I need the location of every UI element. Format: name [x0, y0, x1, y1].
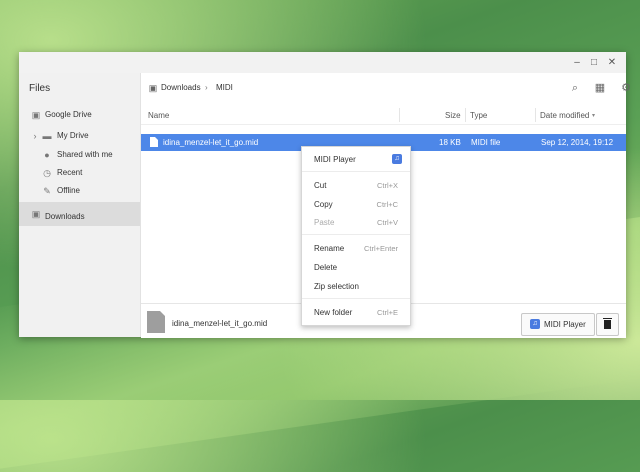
file-type: MIDI file [471, 138, 501, 147]
menu-shortcut: Ctrl+V [376, 218, 398, 227]
column-divider[interactable] [465, 108, 466, 122]
breadcrumb-midi[interactable]: MIDI [216, 83, 233, 92]
folder-icon: ▬ [42, 131, 52, 141]
sidebar-item-label: Shared with me [57, 150, 113, 159]
menu-item-copy[interactable]: Copy Ctrl+C [302, 195, 410, 213]
menu-item-label: Paste [314, 218, 335, 227]
sidebar-item-label: My Drive [57, 131, 89, 140]
midi-player-icon: ♫ [530, 319, 540, 329]
column-divider[interactable] [535, 108, 536, 122]
sidebar-item-google-drive[interactable]: ▣ Google Drive [19, 106, 140, 124]
open-button-label: MIDI Player [544, 320, 586, 329]
file-date: Sep 12, 2014, 19:12 [541, 138, 614, 147]
menu-item-paste: Paste Ctrl+V [302, 213, 410, 231]
breadcrumb-separator: › [205, 83, 208, 92]
selected-file-name: idina_menzel-let_it_go.mid [172, 319, 268, 328]
sidebar-item-label: Recent [57, 168, 83, 177]
pin-icon: ✎ [43, 186, 51, 196]
close-button[interactable]: ✕ [604, 55, 620, 70]
file-size: 18 KB [439, 138, 461, 147]
maximize-button[interactable]: □ [586, 55, 602, 70]
menu-item-label: MIDI Player [314, 155, 356, 164]
download-folder-icon: ▣ [31, 209, 41, 219]
menu-item-label: Cut [314, 181, 327, 190]
toolbar: ▣ Downloads › MIDI ⌕ ▦ ⚙ [141, 73, 631, 103]
menu-item-label: New folder [314, 308, 353, 317]
column-name[interactable]: Name [148, 111, 169, 120]
sidebar-item-recent[interactable]: ◷ Recent [19, 164, 140, 182]
menu-separator [302, 234, 410, 235]
minimize-button[interactable]: – [569, 55, 585, 70]
app-title: Files [29, 83, 51, 94]
menu-item-label: Delete [314, 263, 338, 272]
menu-shortcut: Ctrl+C [376, 200, 398, 209]
menu-item-label: Rename [314, 244, 345, 253]
people-icon: ● [44, 150, 50, 160]
sort-descending-icon: ▾ [592, 113, 596, 119]
sidebar-item-label: Downloads [45, 212, 85, 221]
menu-shortcut: Ctrl+Enter [364, 244, 398, 253]
search-icon[interactable]: ⌕ [568, 81, 582, 95]
menu-separator [302, 298, 410, 299]
sidebar-item-label: Offline [57, 186, 80, 195]
sidebar-item-offline[interactable]: ✎ Offline [19, 182, 140, 200]
expand-arrow-icon[interactable]: › [32, 131, 38, 141]
column-date-modified[interactable]: Date modified [540, 111, 589, 120]
midi-player-icon: ♫ [392, 154, 402, 164]
gear-icon[interactable]: ⚙ [619, 81, 633, 95]
menu-shortcut: Ctrl+E [376, 308, 398, 317]
menu-item-label: Zip selection [314, 282, 359, 291]
breadcrumb-downloads[interactable]: Downloads [161, 83, 201, 92]
file-thumbnail [147, 311, 165, 333]
download-folder-icon: ▣ [148, 83, 158, 93]
delete-button[interactable] [596, 313, 619, 336]
sidebar-item-shared-with-me[interactable]: ● Shared with me [19, 146, 140, 164]
sidebar-item-my-drive[interactable]: › ▬ My Drive [19, 127, 140, 145]
close-icon: ✕ [607, 57, 617, 68]
file-icon [150, 137, 158, 147]
sidebar-item-downloads[interactable]: ▣ Downloads [19, 202, 140, 226]
sidebar: Files ▣ Google Drive › ▬ My Drive ● Shar… [19, 73, 141, 337]
sidebar-item-label: Google Drive [45, 110, 92, 119]
title-bar[interactable]: – □ ✕ [19, 52, 626, 73]
grid-view-icon[interactable]: ▦ [593, 81, 607, 95]
maximize-icon: □ [590, 57, 598, 68]
menu-item-new-folder[interactable]: New folder Ctrl+E [302, 303, 410, 321]
menu-separator [302, 171, 410, 172]
column-type[interactable]: Type [470, 111, 487, 120]
menu-item-cut[interactable]: Cut Ctrl+X [302, 176, 410, 194]
menu-item-zip-selection[interactable]: Zip selection [302, 277, 410, 295]
clock-icon: ◷ [43, 168, 51, 178]
menu-item-open-with-midi-player[interactable]: MIDI Player ♫ [302, 150, 410, 168]
trash-icon [603, 318, 612, 329]
context-menu: MIDI Player ♫ Cut Ctrl+X Copy Ctrl+C Pas… [301, 146, 411, 326]
menu-item-label: Copy [314, 200, 333, 209]
column-size[interactable]: Size [445, 111, 461, 120]
menu-item-rename[interactable]: Rename Ctrl+Enter [302, 239, 410, 257]
column-divider[interactable] [399, 108, 400, 122]
minimize-icon: – [574, 57, 580, 68]
column-header: Name Size Type Date modified ▾ [141, 106, 626, 125]
menu-shortcut: Ctrl+X [376, 181, 398, 190]
file-name: idina_menzel-let_it_go.mid [163, 138, 259, 147]
menu-item-delete[interactable]: Delete [302, 258, 410, 276]
open-with-midi-player-button[interactable]: ♫ MIDI Player [521, 313, 595, 336]
drive-icon: ▣ [31, 110, 41, 120]
